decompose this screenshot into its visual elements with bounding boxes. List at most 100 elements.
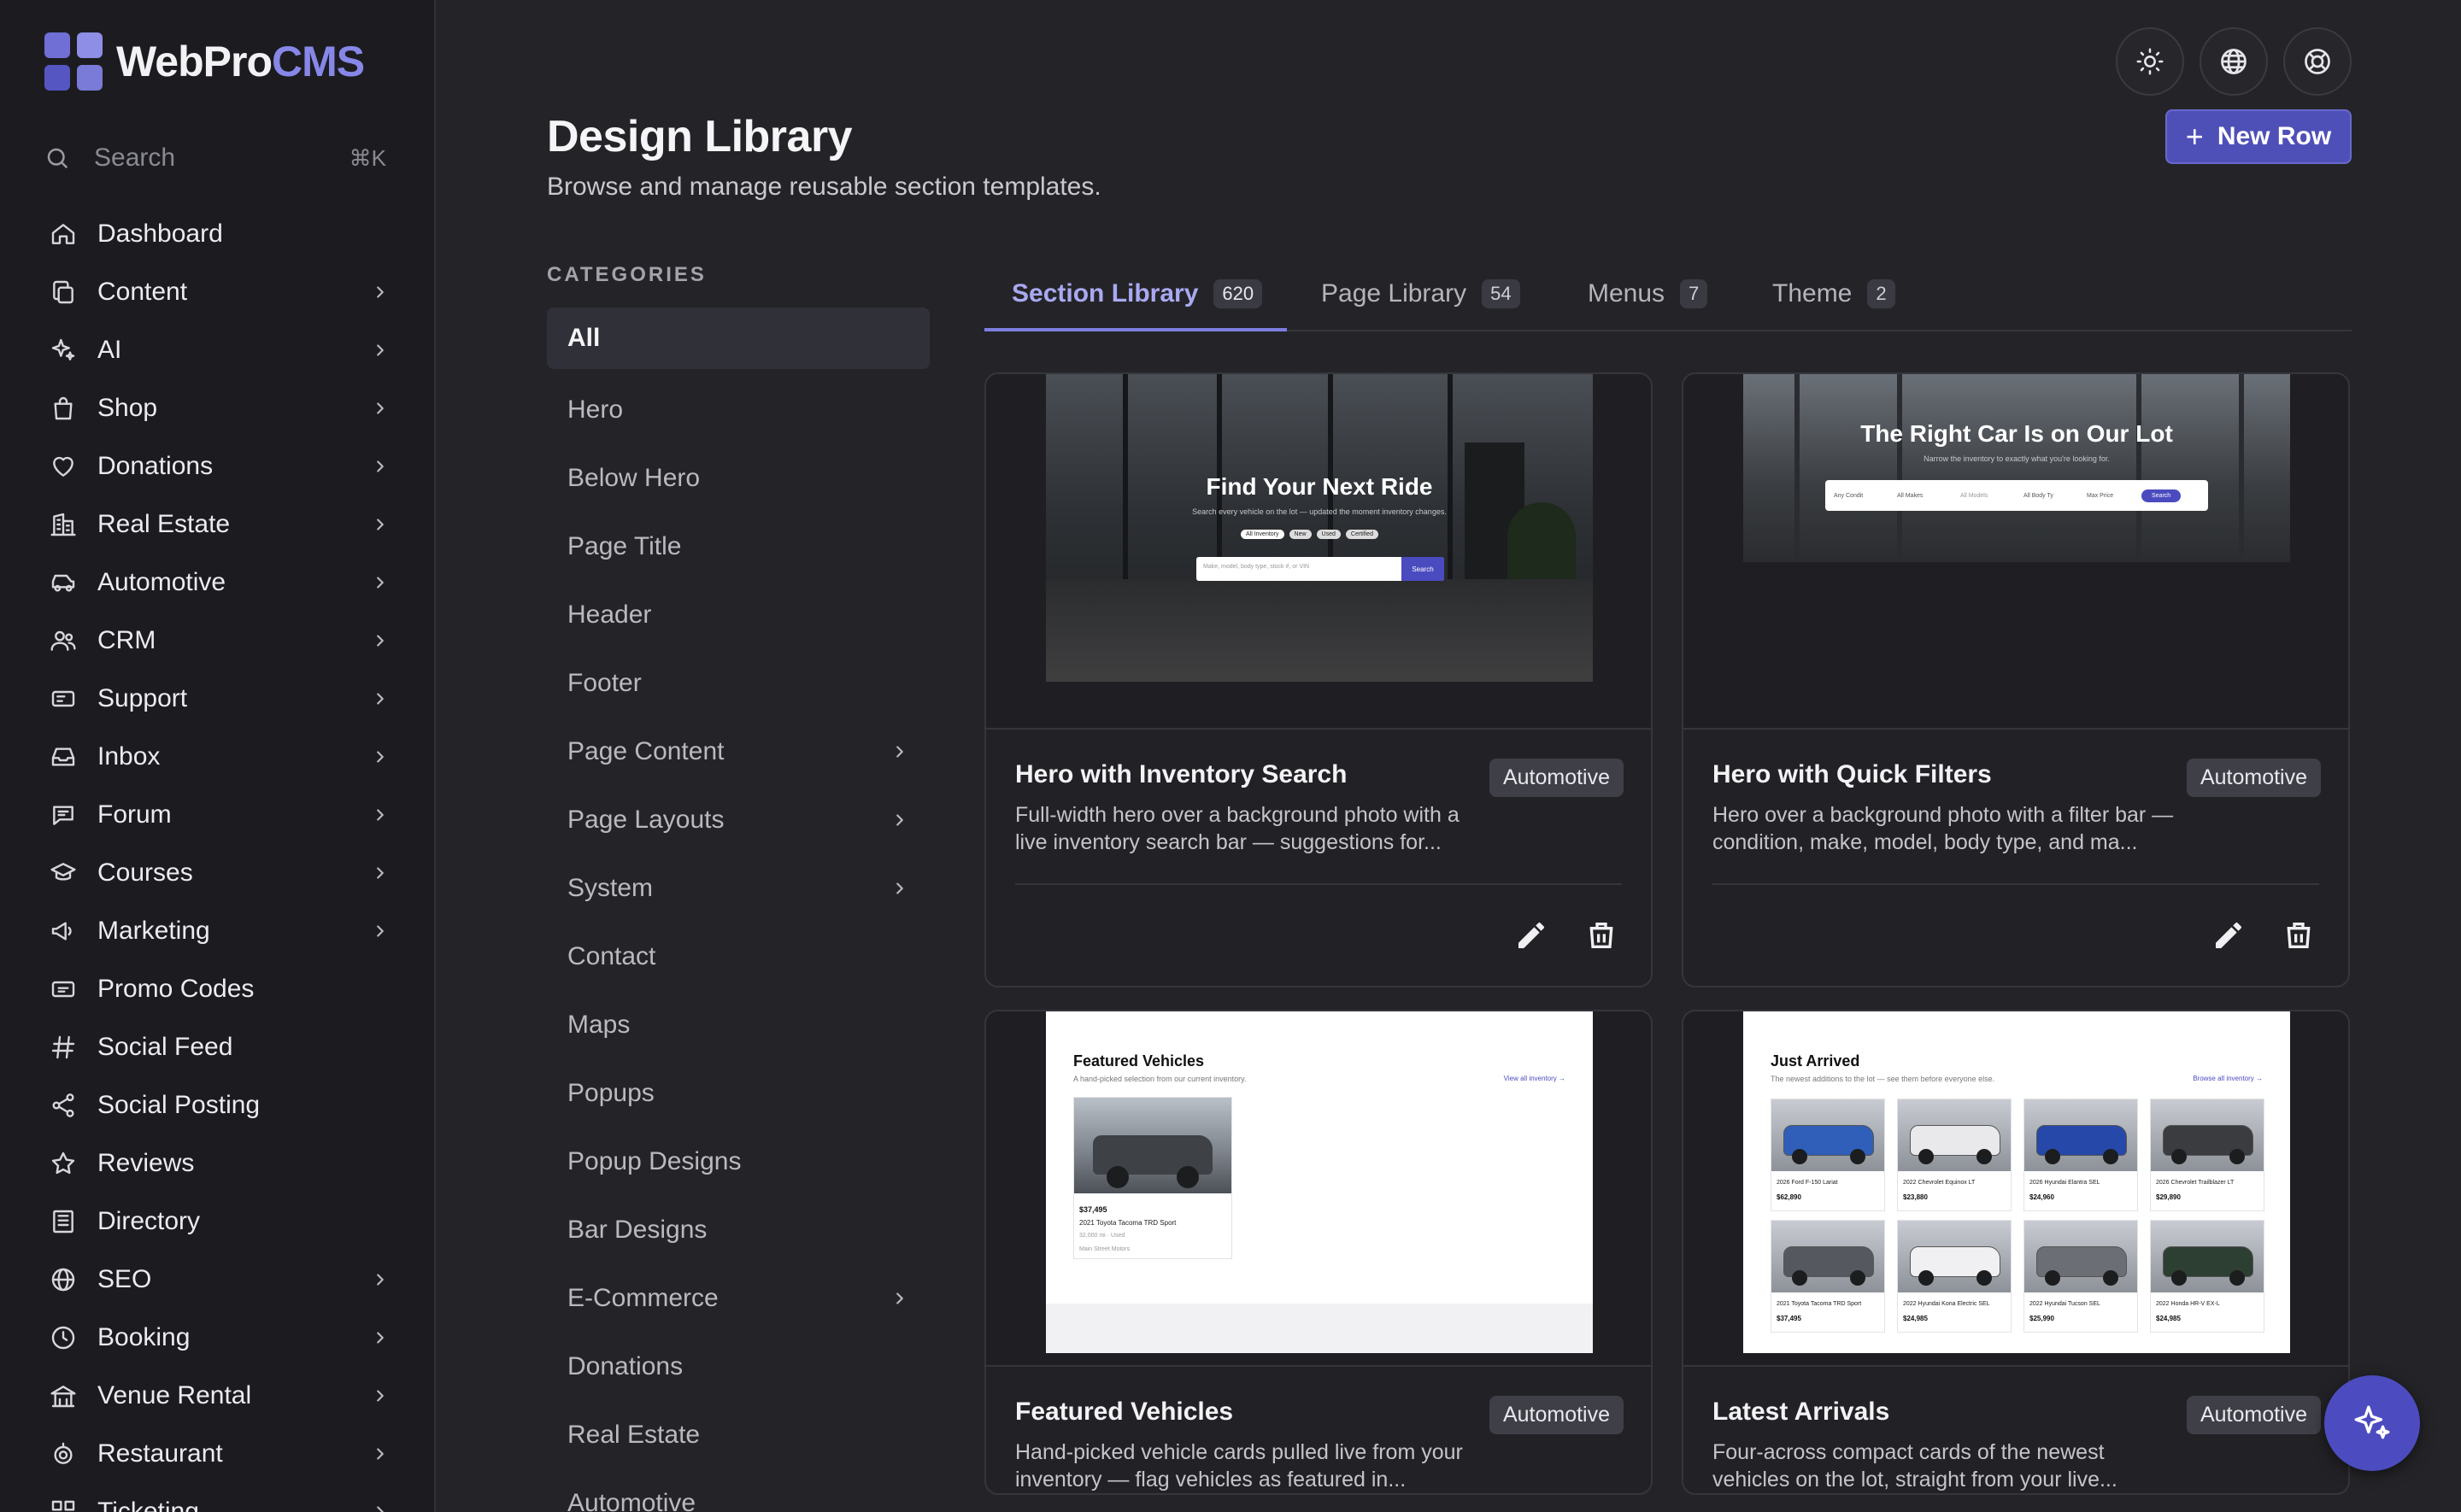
sidebar-item-donations[interactable]: Donations [0, 437, 436, 495]
category-footer[interactable]: Footer [547, 649, 930, 718]
sidebar-item-courses[interactable]: Courses [0, 844, 436, 902]
tab-section-library[interactable]: Section Library 620 [1012, 256, 1263, 331]
thumb-vehicle-card: 2022 Honda HR-V EX-L $24,985 [2150, 1220, 2264, 1333]
sidebar-item-reviews[interactable]: Reviews [0, 1134, 436, 1193]
template-preview[interactable]: Find Your Next Ride Search every vehicle… [986, 374, 1651, 730]
category-page-content[interactable]: Page Content [547, 718, 930, 786]
categories-heading: CATEGORIES [547, 263, 707, 286]
category-automotive[interactable]: Automotive [547, 1469, 930, 1512]
category-donations[interactable]: Donations [547, 1333, 930, 1401]
thumb-vehicle-meta: 32,000 mi · Used [1079, 1233, 1125, 1239]
sidebar-item-label: Inbox [97, 742, 161, 771]
template-card[interactable]: Find Your Next Ride Search every vehicle… [984, 372, 1653, 987]
help-button[interactable] [2283, 27, 2352, 96]
chevron-right-icon [371, 631, 390, 650]
sidebar-item-real-estate[interactable]: Real Estate [0, 495, 436, 554]
sidebar-item-label: Content [97, 278, 188, 306]
sidebar-item-promo-codes[interactable]: Promo Codes [0, 960, 436, 1018]
sidebar-item-social-posting[interactable]: Social Posting [0, 1076, 436, 1134]
ai-assistant-button[interactable] [2324, 1375, 2420, 1471]
sidebar-search[interactable]: Search ⌘K [44, 137, 386, 179]
sidebar-item-social-feed[interactable]: Social Feed [0, 1018, 436, 1076]
chevron-right-icon[interactable] [890, 1289, 909, 1308]
thumb-link: View all inventory → [1503, 1075, 1565, 1082]
sidebar-item-support[interactable]: Support [0, 670, 436, 728]
category-popups[interactable]: Popups [547, 1059, 930, 1128]
trash-icon[interactable] [1584, 918, 1618, 952]
thumb-filter: Max Price [2087, 492, 2114, 499]
category-system[interactable]: System [547, 854, 930, 923]
tab-page-library[interactable]: Page Library 54 [1321, 256, 1520, 331]
trash-icon[interactable] [2282, 918, 2316, 952]
chevron-right-icon[interactable] [890, 811, 909, 829]
sidebar-item-forum[interactable]: Forum [0, 786, 436, 844]
sidebar-item-inbox[interactable]: Inbox [0, 728, 436, 786]
thumb-vehicle-price: $62,890 [1777, 1193, 1801, 1201]
category-maps[interactable]: Maps [547, 991, 930, 1059]
template-preview[interactable]: The Right Car Is on Our Lot Narrow the i… [1683, 374, 2348, 730]
template-description: Hero over a background photo with a filt… [1712, 803, 2174, 854]
template-card[interactable]: The Right Car Is on Our Lot Narrow the i… [1682, 372, 2350, 987]
thumb-heading: Just Arrived [1771, 1052, 1860, 1070]
sidebar-item-marketing[interactable]: Marketing [0, 902, 436, 960]
sidebar-item-label: Directory [97, 1207, 201, 1235]
sidebar-item-label: AI [97, 336, 122, 364]
theme-toggle-button[interactable] [2116, 27, 2184, 96]
sidebar-item-ai[interactable]: AI [0, 321, 436, 379]
category-contact[interactable]: Contact [547, 923, 930, 991]
template-preview[interactable]: Featured Vehicles A hand-picked selectio… [986, 1011, 1651, 1367]
sidebar-item-label: Forum [97, 800, 172, 829]
tab-menus[interactable]: Menus 7 [1588, 256, 1708, 331]
template-card[interactable]: Featured Vehicles A hand-picked selectio… [984, 1010, 1653, 1495]
chevron-right-icon [371, 1270, 390, 1289]
category-real-estate[interactable]: Real Estate [547, 1401, 930, 1469]
template-preview[interactable]: Just Arrived The newest additions to the… [1683, 1011, 2348, 1367]
category-page-title[interactable]: Page Title [547, 513, 930, 581]
category-bar-designs[interactable]: Bar Designs [547, 1196, 930, 1264]
sidebar: WebProCMS Search ⌘K Dashboard Content AI Sh… [0, 0, 436, 1512]
chevron-right-icon[interactable] [890, 742, 909, 761]
sidebar-item-content[interactable]: Content [0, 263, 436, 321]
category-page-layouts[interactable]: Page Layouts [547, 786, 930, 854]
category-e-commerce[interactable]: E-Commerce [547, 1264, 930, 1333]
chevron-right-icon[interactable] [890, 879, 909, 898]
thumb-vehicle-name: 2022 Hyundai Kona Electric SEL [1903, 1301, 1990, 1307]
sidebar-item-restaurant[interactable]: Restaurant [0, 1425, 436, 1483]
logo[interactable]: WebProCMS [44, 32, 365, 91]
category-hero[interactable]: Hero [547, 376, 930, 444]
category-all[interactable]: All [547, 308, 930, 369]
language-button[interactable] [2200, 27, 2268, 96]
heart-icon [48, 451, 79, 482]
edit-icon[interactable] [2211, 918, 2246, 952]
tab-theme[interactable]: Theme 2 [1772, 256, 1895, 331]
category-header[interactable]: Header [547, 581, 930, 649]
category-below-hero[interactable]: Below Hero [547, 444, 930, 513]
sparkles-icon [2351, 1402, 2393, 1445]
sidebar-item-directory[interactable]: Directory [0, 1193, 436, 1251]
sidebar-item-ticketing[interactable]: Ticketing [0, 1483, 436, 1512]
sidebar-item-venue-rental[interactable]: Venue Rental [0, 1367, 436, 1425]
card-actions [1015, 883, 1622, 986]
sidebar-item-dashboard[interactable]: Dashboard [0, 205, 436, 263]
sidebar-item-seo[interactable]: SEO [0, 1251, 436, 1309]
template-description: Full-width hero over a background photo … [1015, 803, 1460, 854]
active-tab-indicator [984, 328, 1287, 331]
thumb-vehicle-name: 2022 Hyundai Tucson SEL [2029, 1301, 2100, 1307]
category-popup-designs[interactable]: Popup Designs [547, 1128, 930, 1196]
category-badge: Automotive [2186, 759, 2321, 797]
template-card[interactable]: Just Arrived The newest additions to the… [1682, 1010, 2350, 1495]
thumb-filter: All Models [1960, 492, 1988, 499]
thumb-headline: The Right Car Is on Our Lot [1860, 420, 2173, 447]
globe-icon [48, 1264, 79, 1295]
sidebar-item-crm[interactable]: CRM [0, 612, 436, 670]
new-row-button[interactable]: + New Row [2165, 109, 2352, 164]
sidebar-item-label: Marketing [97, 917, 210, 945]
thumb-vehicle-price: $29,890 [2156, 1193, 2181, 1201]
sidebar-item-shop[interactable]: Shop [0, 379, 436, 437]
new-row-label: New Row [2217, 122, 2332, 150]
sidebar-item-automotive[interactable]: Automotive [0, 554, 436, 612]
edit-icon[interactable] [1514, 918, 1548, 952]
chevron-right-icon [371, 864, 390, 882]
sidebar-item-booking[interactable]: Booking [0, 1309, 436, 1367]
thumb-subtitle: A hand-picked selection from our current… [1073, 1075, 1247, 1083]
